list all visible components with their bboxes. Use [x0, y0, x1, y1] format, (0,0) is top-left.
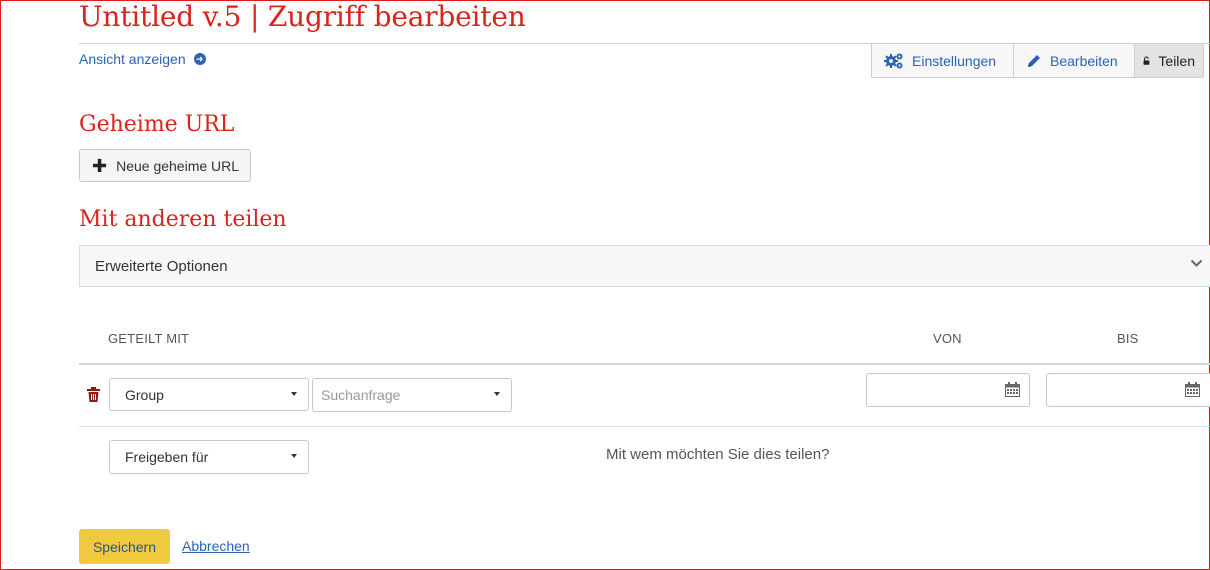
arrow-circle-right-icon: ➜ [193, 53, 206, 65]
new-secret-url-label: Neue geheime URL [116, 157, 240, 174]
caret-down-icon [494, 392, 500, 396]
share-type-select[interactable]: Group [109, 378, 309, 411]
cogs-icon [884, 53, 903, 68]
save-label: Speichern [92, 538, 157, 555]
save-button[interactable]: Speichern [79, 529, 170, 564]
calendar-icon[interactable] [1185, 382, 1200, 397]
calendar-icon[interactable] [1005, 382, 1020, 397]
tab-settings-label: Einstellungen [912, 52, 997, 69]
share-question: Mit wem möchten Sie dies teilen? [606, 446, 830, 463]
page-title: Untitled v.5 | Zugriff bearbeiten [79, 0, 526, 33]
tab-edit-label: Bearbeiten [1050, 52, 1118, 69]
caret-down-icon [291, 454, 297, 458]
share-for-value: Freigeben für [125, 449, 209, 465]
trash-icon[interactable] [87, 387, 100, 402]
view-link-label: Ansicht anzeigen [79, 51, 186, 67]
table-row-divider [79, 426, 1210, 427]
share-type-value: Group [125, 386, 164, 403]
tab-share-label: Teilen [1158, 52, 1195, 69]
plus-icon: ✚ [92, 155, 108, 176]
tab-edit[interactable]: Bearbeiten [1013, 43, 1134, 78]
secret-url-heading: Geheime URL [79, 112, 235, 137]
new-secret-url-button[interactable]: ✚ Neue geheime URL [79, 149, 251, 182]
view-link[interactable]: Ansicht anzeigen ➜ [79, 51, 206, 67]
cancel-link[interactable]: Abbrechen [182, 538, 250, 554]
share-for-select[interactable]: Freigeben für [109, 440, 309, 474]
column-header-shared-with: GETEILT MIT [108, 331, 190, 346]
tab-share[interactable]: Teilen [1134, 43, 1204, 78]
search-select[interactable]: Suchanfrage [312, 378, 512, 412]
column-header-until: BIS [1117, 331, 1139, 346]
search-placeholder: Suchanfrage [321, 387, 401, 403]
tab-bar: Einstellungen Bearbeiten Teilen [871, 43, 1204, 78]
unlock-icon [1143, 56, 1150, 65]
chevron-down-icon[interactable] [1190, 259, 1203, 268]
table-header-divider [79, 363, 1210, 365]
caret-down-icon [291, 392, 297, 396]
pencil-icon [1028, 54, 1040, 67]
advanced-options-accordion[interactable]: Erweiterte Optionen [79, 245, 1210, 287]
share-heading: Mit anderen teilen [79, 207, 287, 232]
advanced-options-label: Erweiterte Optionen [95, 257, 228, 275]
column-header-from: VON [933, 331, 962, 346]
tab-settings[interactable]: Einstellungen [871, 43, 1013, 78]
